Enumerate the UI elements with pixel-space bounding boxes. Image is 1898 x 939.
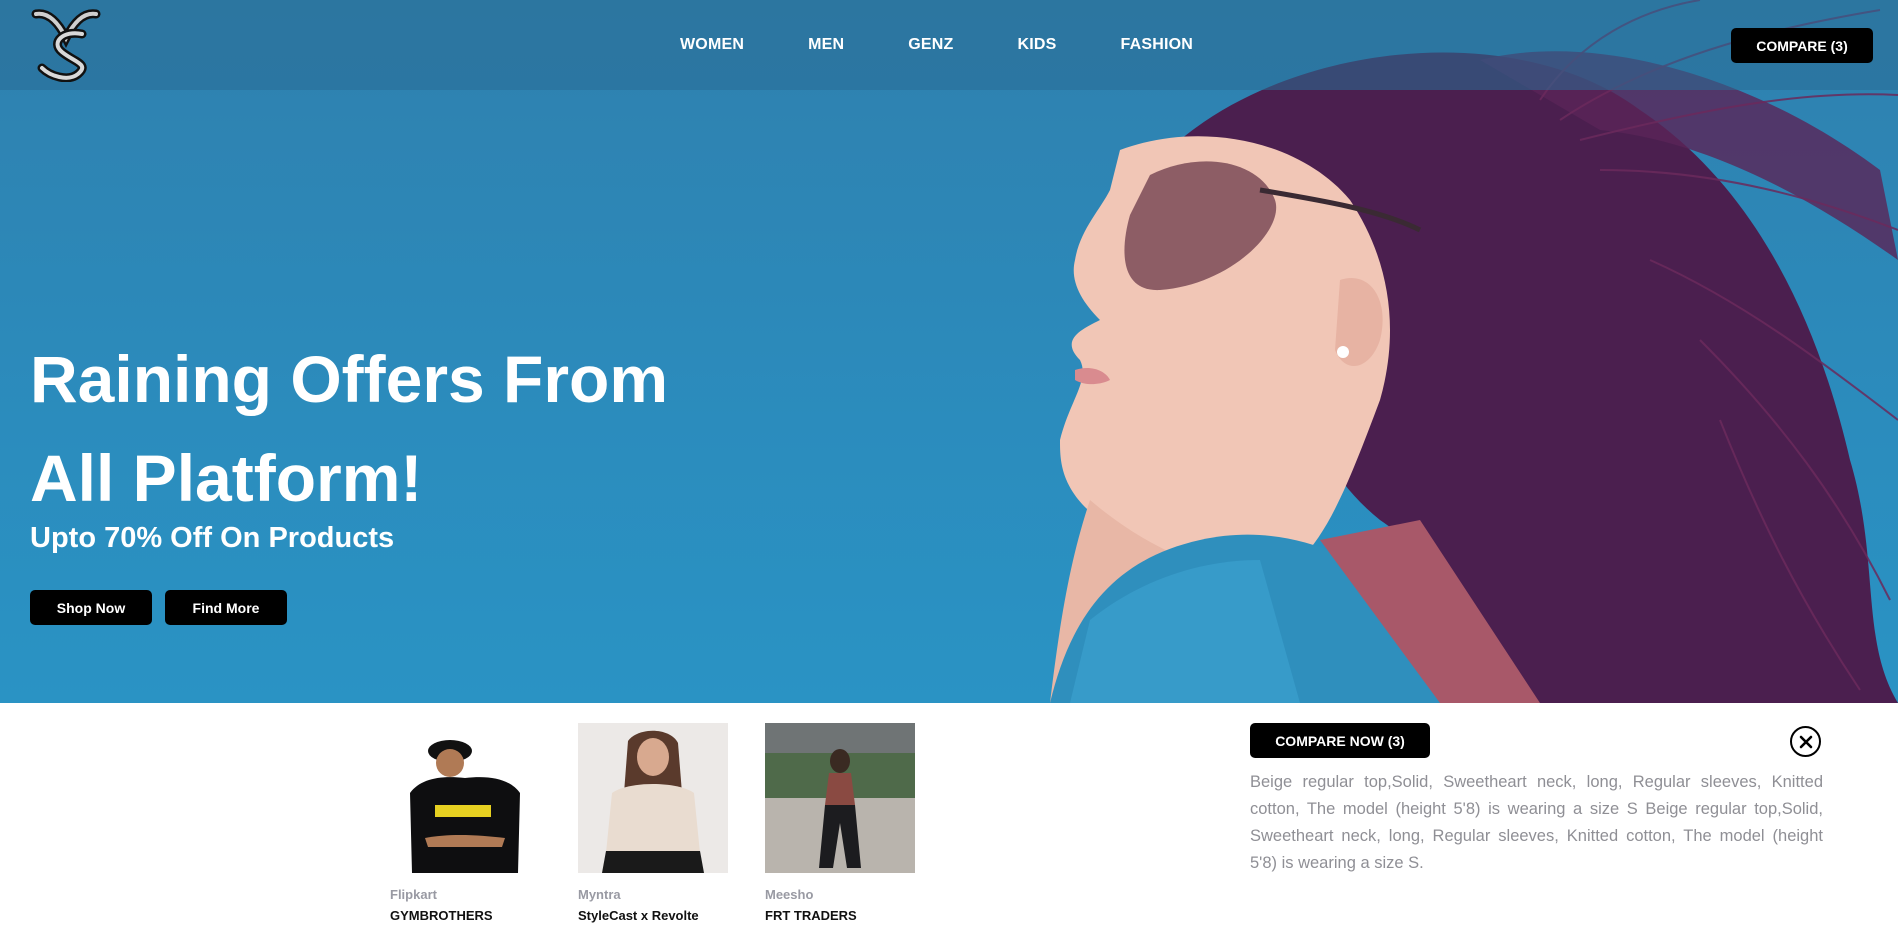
compare-button[interactable]: COMPARE (3) [1731, 28, 1873, 63]
close-icon[interactable] [1790, 726, 1821, 757]
product-seller: GYMBROTHERS [390, 908, 493, 923]
compare-product-card[interactable]: Meesho FRT TRADERS [765, 723, 915, 924]
nav-men[interactable]: MEN [808, 36, 844, 54]
product-platform: Flipkart [390, 887, 437, 902]
compare-product-card[interactable]: Flipkart GYMBROTHERS [390, 723, 540, 924]
product-image-gymbrothers[interactable] [390, 723, 540, 873]
shop-now-button[interactable]: Shop Now [30, 590, 152, 625]
product-image-frt-traders[interactable] [765, 723, 915, 873]
find-more-button[interactable]: Find More [165, 590, 287, 625]
top-navigation: WOMEN MEN GENZ KIDS FASHION COMPARE (3) [0, 0, 1898, 90]
product-image-stylecast[interactable] [578, 723, 728, 873]
nav-kids[interactable]: KIDS [1018, 36, 1057, 54]
product-seller: StyleCast x Revolte [578, 908, 699, 923]
hero-subheadline: Upto 70% Off On Products [30, 522, 395, 554]
nav-fashion[interactable]: FASHION [1121, 36, 1194, 54]
nav-women[interactable]: WOMEN [680, 36, 744, 54]
product-description: Beige regular top,Solid, Sweetheart neck… [1250, 773, 1823, 872]
nav-genz[interactable]: GENZ [908, 36, 953, 54]
brand-logo-icon[interactable] [28, 8, 104, 82]
hero-banner: WOMEN MEN GENZ KIDS FASHION COMPARE (3) … [0, 0, 1898, 703]
compare-panel: Flipkart GYMBROTHERS Myntra StyleCast x … [0, 703, 1898, 939]
compare-product-card[interactable]: Myntra StyleCast x Revolte [578, 723, 728, 924]
compare-now-button[interactable]: COMPARE NOW (3) [1250, 723, 1430, 758]
hero-headline: Raining Offers From All Platform! [30, 342, 669, 515]
close-x-icon [1799, 735, 1812, 748]
main-menu: WOMEN MEN GENZ KIDS FASHION [680, 0, 1257, 90]
product-platform: Meesho [765, 887, 814, 902]
product-seller: FRT TRADERS [765, 908, 857, 923]
product-platform: Myntra [578, 887, 621, 902]
